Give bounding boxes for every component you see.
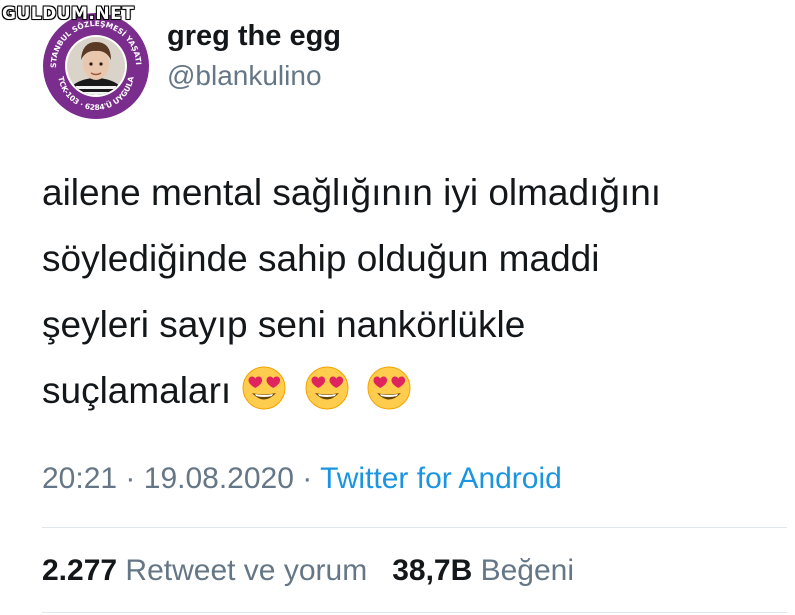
tweet-date[interactable]: 19.08.2020 bbox=[144, 462, 294, 495]
tweet-line: şeyleri sayıp seni nankörlükle bbox=[42, 304, 526, 345]
retweets-label[interactable]: Retweet ve yorum bbox=[125, 554, 367, 587]
likes-count[interactable]: 38,7B bbox=[392, 554, 472, 587]
retweets-count[interactable]: 2.277 bbox=[42, 554, 117, 587]
heart-eyes-emoji-icon bbox=[305, 366, 349, 410]
meta-separator: · bbox=[125, 462, 136, 495]
heart-eyes-emoji-icon bbox=[242, 366, 286, 410]
display-name[interactable]: greg the egg bbox=[167, 20, 341, 53]
divider bbox=[42, 612, 787, 613]
tweet-stats: 2.277 Retweet ve yorum 38,7B Beğeni bbox=[42, 554, 574, 588]
tweet-time[interactable]: 20:21 bbox=[42, 462, 117, 495]
tweet-source-link[interactable]: Twitter for Android bbox=[320, 462, 562, 495]
heart-eyes-emoji-icon bbox=[367, 366, 411, 410]
meta-separator: · bbox=[302, 462, 313, 495]
watermark: GULDUM.NET bbox=[2, 4, 135, 24]
tweet-text: ailene mental sağlığının iyi olmadığını … bbox=[42, 160, 782, 424]
divider bbox=[42, 527, 787, 528]
tweet-line: ailene mental sağlığının iyi olmadığını bbox=[42, 172, 662, 213]
tweet-meta: 20:21 · 19.08.2020 · Twitter for Android bbox=[42, 462, 562, 496]
tweet-line-text: suçlamaları bbox=[42, 370, 232, 411]
avatar[interactable]: İSTANBUL SÖZLEŞMESİ YAŞATIR TCK-103 · 62… bbox=[39, 5, 150, 120]
likes-label[interactable]: Beğeni bbox=[481, 554, 574, 587]
user-handle[interactable]: @blankulino bbox=[167, 60, 322, 92]
tweet-line: söylediğinde sahip olduğun maddi bbox=[42, 238, 600, 279]
tweet-line: suçlamaları bbox=[42, 358, 782, 424]
